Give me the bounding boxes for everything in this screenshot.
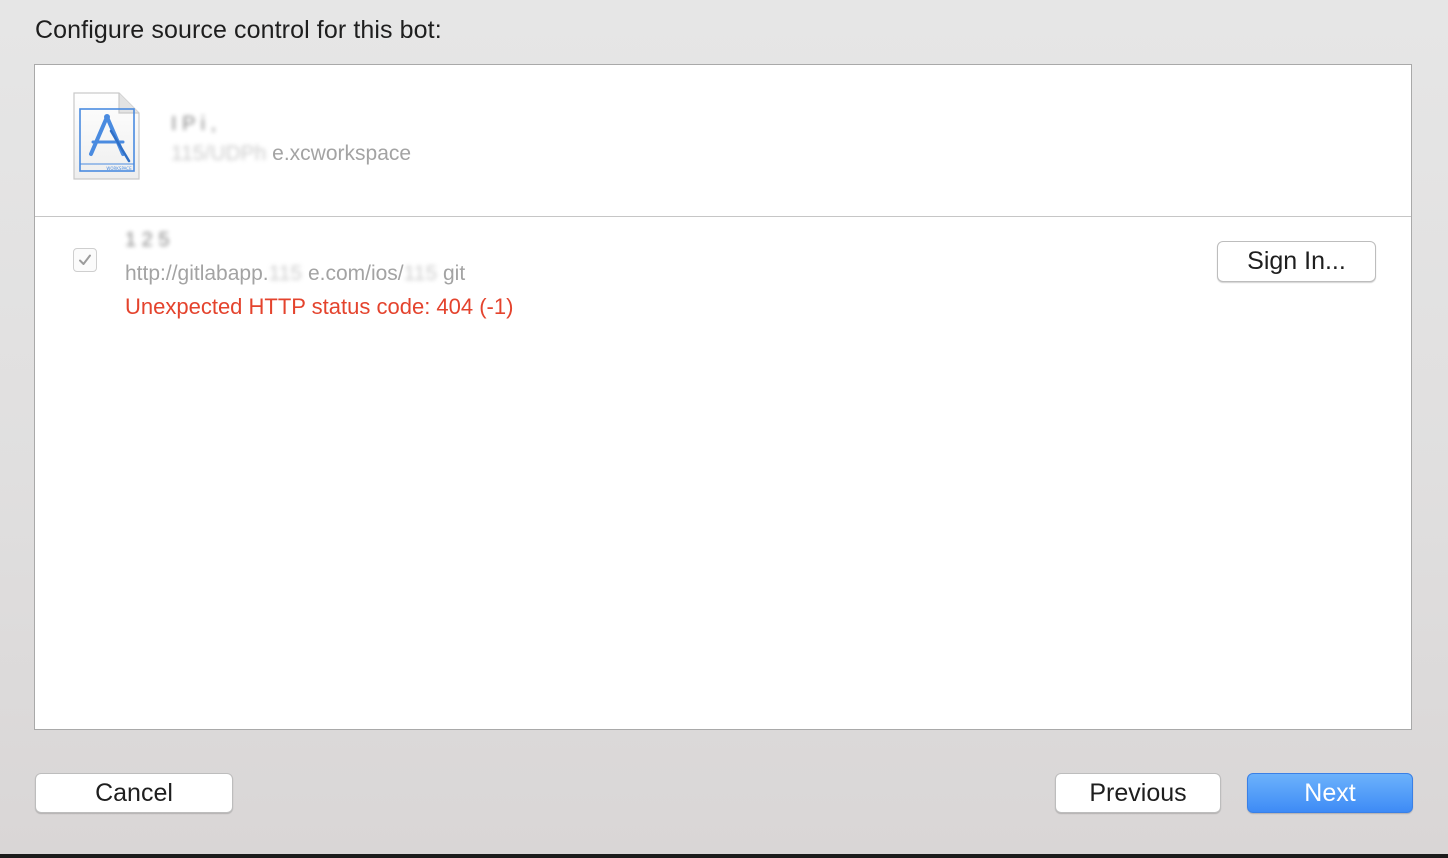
workspace-icon-label: WORKSPACE [106,166,132,171]
xcode-workspace-icon: WORKSPACE [71,91,141,181]
dialog-title: Configure source control for this bot: [35,16,442,44]
sign-in-button[interactable]: Sign In... [1217,241,1376,282]
repository-url: http://gitlabapp.115 e.com/ios/115 git [125,262,465,286]
repository-name: 1 2 5 [125,229,170,251]
repository-url-masked-1: 115 [268,262,308,285]
repository-url-suffix: git [442,262,466,285]
cancel-button[interactable]: Cancel [35,773,233,813]
workspace-path-suffix: e.xcworkspace [272,142,412,165]
workspace-name: I P i , [171,113,217,135]
workspace-path-masked: 115/UDPh [171,142,273,165]
previous-button[interactable]: Previous [1055,773,1221,813]
repository-error-message: Unexpected HTTP status code: 404 (-1) [125,294,514,319]
repository-checkbox[interactable] [73,248,97,272]
source-control-list: WORKSPACE I P i , 115/UDPh e.xcworkspace… [34,64,1412,730]
repository-row: 1 2 5 http://gitlabapp.115 e.com/ios/115… [35,217,1411,337]
repository-url-middle: e.com/ios/ [307,262,404,285]
next-button[interactable]: Next [1247,773,1413,813]
repository-url-masked-2: 115 [403,262,443,285]
window-bottom-edge [0,854,1448,858]
workspace-row[interactable]: WORKSPACE I P i , 115/UDPh e.xcworkspace [35,65,1411,217]
checkmark-icon [79,254,91,265]
repository-url-prefix: http://gitlabapp. [125,262,269,285]
workspace-path: 115/UDPh e.xcworkspace [171,142,411,166]
